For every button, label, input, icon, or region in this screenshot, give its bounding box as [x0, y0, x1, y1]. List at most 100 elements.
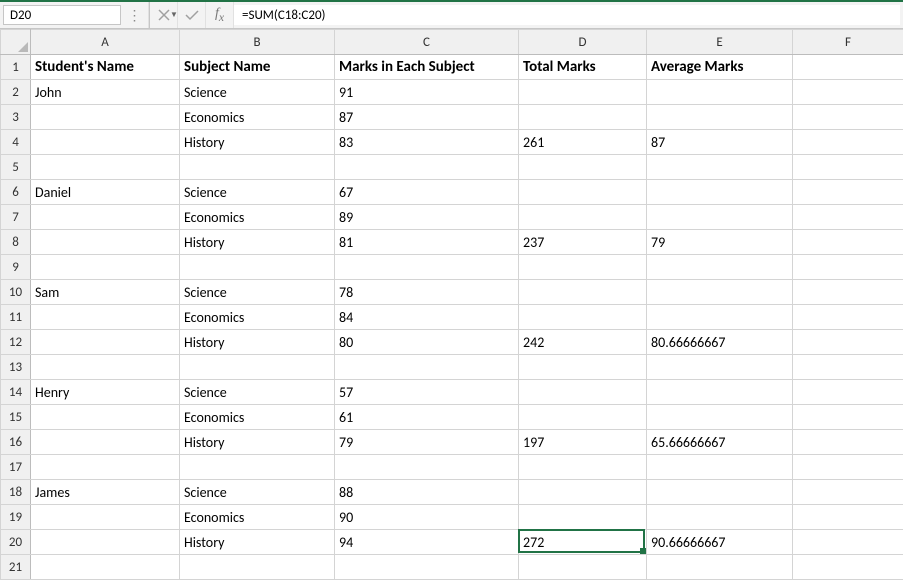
cell-F19[interactable] — [793, 505, 903, 530]
row-header-6[interactable]: 6 — [1, 180, 31, 205]
cell-E8[interactable]: 79 — [647, 230, 793, 255]
row-header-1[interactable]: 1 — [1, 55, 31, 80]
cell-B10[interactable]: Science — [180, 280, 335, 305]
cell-B4[interactable]: History — [180, 130, 335, 155]
cell-A5[interactable] — [31, 155, 180, 180]
row-header-3[interactable]: 3 — [1, 105, 31, 130]
cell-B13[interactable] — [180, 355, 335, 380]
cell-D12[interactable]: 242 — [519, 330, 647, 355]
cell-C8[interactable]: 81 — [335, 230, 519, 255]
cell-F12[interactable] — [793, 330, 903, 355]
cell-D1[interactable]: Total Marks — [519, 55, 647, 80]
cell-C1[interactable]: Marks in Each Subject — [335, 55, 519, 80]
row-header-18[interactable]: 18 — [1, 480, 31, 505]
cell-F3[interactable] — [793, 105, 903, 130]
cell-F18[interactable] — [793, 480, 903, 505]
cell-D14[interactable] — [519, 380, 647, 405]
cell-F15[interactable] — [793, 405, 903, 430]
cell-E2[interactable] — [647, 80, 793, 105]
cell-D11[interactable] — [519, 305, 647, 330]
cell-B11[interactable]: Economics — [180, 305, 335, 330]
row-header-16[interactable]: 16 — [1, 430, 31, 455]
cell-B9[interactable] — [180, 255, 335, 280]
cell-E14[interactable] — [647, 380, 793, 405]
cell-F21[interactable] — [793, 555, 903, 580]
row-header-11[interactable]: 11 — [1, 305, 31, 330]
cell-A6[interactable]: Daniel — [31, 180, 180, 205]
cell-C7[interactable]: 89 — [335, 205, 519, 230]
cell-B7[interactable]: Economics — [180, 205, 335, 230]
cell-F10[interactable] — [793, 280, 903, 305]
cell-B16[interactable]: History — [180, 430, 335, 455]
cell-A3[interactable] — [31, 105, 180, 130]
cell-C19[interactable]: 90 — [335, 505, 519, 530]
row-header-9[interactable]: 9 — [1, 255, 31, 280]
cell-E6[interactable] — [647, 180, 793, 205]
cell-D18[interactable] — [519, 480, 647, 505]
cell-C18[interactable]: 88 — [335, 480, 519, 505]
cell-F14[interactable] — [793, 380, 903, 405]
cell-C2[interactable]: 91 — [335, 80, 519, 105]
cell-D17[interactable] — [519, 455, 647, 480]
cell-D6[interactable] — [519, 180, 647, 205]
cell-B18[interactable]: Science — [180, 480, 335, 505]
cell-F8[interactable] — [793, 230, 903, 255]
cell-F7[interactable] — [793, 205, 903, 230]
cell-C13[interactable] — [335, 355, 519, 380]
cell-E18[interactable] — [647, 480, 793, 505]
cell-A11[interactable] — [31, 305, 180, 330]
row-header-17[interactable]: 17 — [1, 455, 31, 480]
name-box[interactable]: ▼ — [3, 5, 121, 25]
cell-E7[interactable] — [647, 205, 793, 230]
cell-E11[interactable] — [647, 305, 793, 330]
column-header-F[interactable]: F — [793, 30, 903, 55]
cell-D7[interactable] — [519, 205, 647, 230]
cell-E21[interactable] — [647, 555, 793, 580]
cell-D20[interactable]: 272 — [519, 530, 647, 555]
cell-E5[interactable] — [647, 155, 793, 180]
row-header-13[interactable]: 13 — [1, 355, 31, 380]
cell-D21[interactable] — [519, 555, 647, 580]
cell-A17[interactable] — [31, 455, 180, 480]
cell-B12[interactable]: History — [180, 330, 335, 355]
cell-C4[interactable]: 83 — [335, 130, 519, 155]
cell-B6[interactable]: Science — [180, 180, 335, 205]
cell-C20[interactable]: 94 — [335, 530, 519, 555]
cell-A7[interactable] — [31, 205, 180, 230]
cell-F5[interactable] — [793, 155, 903, 180]
cell-E16[interactable]: 65.66666667 — [647, 430, 793, 455]
cell-D8[interactable]: 237 — [519, 230, 647, 255]
cell-A12[interactable] — [31, 330, 180, 355]
cell-A9[interactable] — [31, 255, 180, 280]
cell-B19[interactable]: Economics — [180, 505, 335, 530]
cell-F20[interactable] — [793, 530, 903, 555]
cell-B2[interactable]: Science — [180, 80, 335, 105]
cell-A8[interactable] — [31, 230, 180, 255]
cell-E9[interactable] — [647, 255, 793, 280]
cell-A18[interactable]: James — [31, 480, 180, 505]
name-box-dropdown-icon[interactable]: ▼ — [170, 10, 178, 20]
cell-E17[interactable] — [647, 455, 793, 480]
cell-C21[interactable] — [335, 555, 519, 580]
cell-F16[interactable] — [793, 430, 903, 455]
cell-C3[interactable]: 87 — [335, 105, 519, 130]
cell-B21[interactable] — [180, 555, 335, 580]
cell-E15[interactable] — [647, 405, 793, 430]
cell-A15[interactable] — [31, 405, 180, 430]
cell-D4[interactable]: 261 — [519, 130, 647, 155]
cell-B3[interactable]: Economics — [180, 105, 335, 130]
cell-B20[interactable]: History — [180, 530, 335, 555]
cell-E4[interactable]: 87 — [647, 130, 793, 155]
cell-B5[interactable] — [180, 155, 335, 180]
column-header-B[interactable]: B — [180, 30, 335, 55]
row-header-12[interactable]: 12 — [1, 330, 31, 355]
cell-F4[interactable] — [793, 130, 903, 155]
cell-E20[interactable]: 90.66666667 — [647, 530, 793, 555]
cell-B17[interactable] — [180, 455, 335, 480]
fx-icon[interactable]: fx — [206, 2, 234, 28]
row-header-20[interactable]: 20 — [1, 530, 31, 555]
cell-A20[interactable] — [31, 530, 180, 555]
formula-input[interactable] — [234, 5, 900, 25]
column-header-C[interactable]: C — [335, 30, 519, 55]
name-box-input[interactable] — [4, 8, 170, 23]
